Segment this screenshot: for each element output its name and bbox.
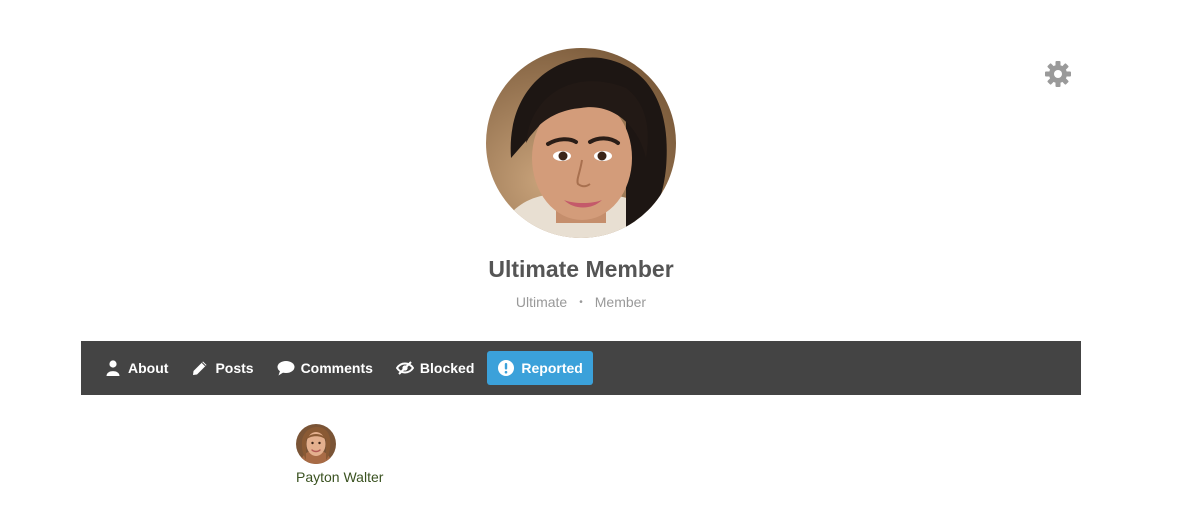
profile-name: Ultimate Member xyxy=(488,256,674,282)
eye-slash-icon xyxy=(395,359,414,377)
user-avatar[interactable] xyxy=(296,424,336,464)
nav-item-comments[interactable]: Comments xyxy=(267,351,383,385)
nav-label-blocked: Blocked xyxy=(419,360,475,376)
gear-icon[interactable] xyxy=(1044,60,1072,88)
nav-label-posts: Posts xyxy=(215,360,254,376)
profile-meta-second: Member xyxy=(594,294,647,310)
profile-photo[interactable] xyxy=(486,48,676,238)
profile-meta-first: Ultimate xyxy=(515,294,568,310)
nav-item-reported[interactable]: Reported xyxy=(487,351,593,385)
nav-label-about: About xyxy=(128,360,169,376)
exclamation-circle-icon xyxy=(497,359,515,377)
nav-label-reported: Reported xyxy=(521,360,583,376)
nav-item-blocked[interactable]: Blocked xyxy=(386,351,484,385)
nav-item-about[interactable]: About xyxy=(94,351,178,385)
profile-page: Ultimate Member Ultimate • Member About Po… xyxy=(0,0,1178,508)
comment-icon xyxy=(277,359,295,377)
nav-item-posts[interactable]: Posts xyxy=(181,351,263,385)
user-icon xyxy=(104,359,122,377)
reported-user-name[interactable]: Payton Walter xyxy=(296,469,416,485)
meta-separator: • xyxy=(579,297,583,308)
profile-nav-bar: About Posts Comments Blocked Reported xyxy=(81,341,1081,395)
profile-meta: Ultimate • Member xyxy=(0,294,1162,310)
reported-user-card: Payton Walter xyxy=(296,424,416,485)
nav-label-comments: Comments xyxy=(300,360,373,376)
pencil-icon xyxy=(191,359,209,377)
